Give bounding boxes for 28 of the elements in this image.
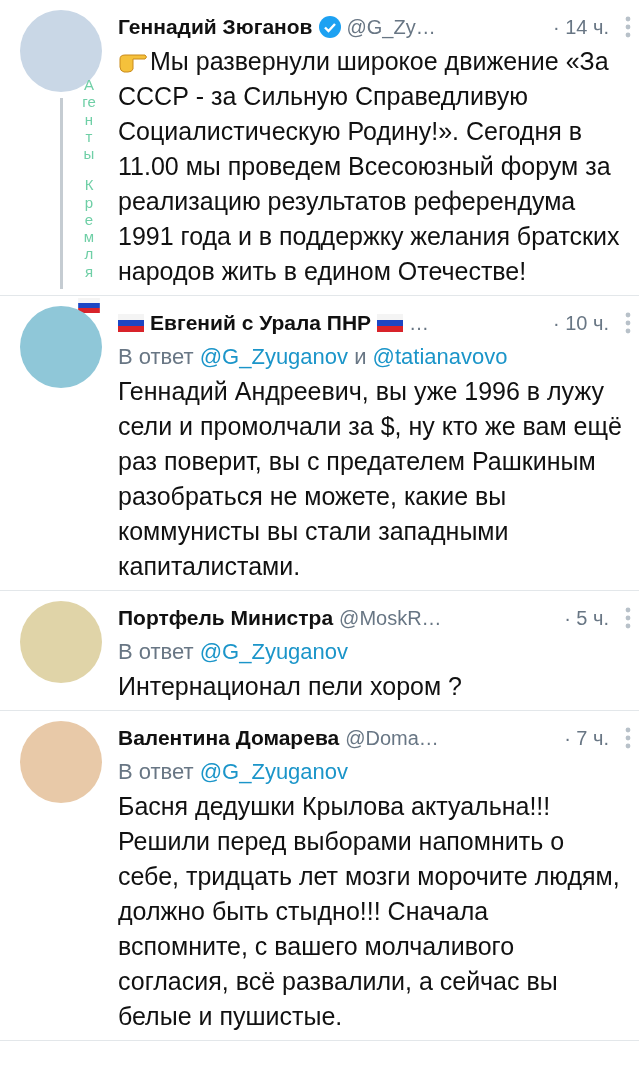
- author-name[interactable]: Геннадий Зюганов: [118, 15, 313, 39]
- author-name[interactable]: Портфель Министра: [118, 606, 334, 630]
- mention-link[interactable]: @G_Zyuganov: [199, 759, 349, 784]
- more-options-icon[interactable]: [625, 312, 631, 334]
- tweet-text: Геннадий Андреевич, вы уже 1996 в лужу сели и промолчали за $, ну кто же вам ещё раз поверит, вы с предателем Рашкиным разобраться не можете, какие вы коммунисты вы стали западными капиталистами.: [118, 376, 623, 582]
- more-options-icon[interactable]: [625, 16, 631, 38]
- author-name[interactable]: Валентина Домарева: [118, 726, 340, 750]
- more-options-icon[interactable]: [625, 727, 631, 749]
- author-handle[interactable]: @MoskR…: [339, 606, 442, 630]
- tweet-time: · 7 ч.: [563, 726, 609, 750]
- author-handle[interactable]: @G_Zy…: [346, 15, 436, 39]
- author-handle[interactable]: @Doma…: [345, 726, 439, 750]
- tweet-time: · 5 ч.: [563, 606, 609, 630]
- reply-to-line: В ответ @G_Zyuganov: [118, 638, 350, 666]
- mention-link[interactable]: @tatianavovo: [372, 344, 508, 369]
- author-name[interactable]: Евгений с Урала ПНР: [150, 311, 372, 335]
- mention-link[interactable]: @G_Zyuganov: [199, 639, 349, 664]
- tweet-text: Басня дедушки Крылова актуальна!!! Решили перед выборами напомнить о себе, тридцать лет мозги морочите людям, должно быть стыдно!!! Сначала вспомните, с вашего молчаливого согласия, всё развалили, а сейчас вы белые и пушистые.: [118, 791, 621, 1032]
- reply-to-line: В ответ @G_Zyuganov: [118, 758, 350, 786]
- tweet-text: Интернационал пели хором ?: [118, 671, 463, 702]
- vertical-caption: Агенты Кремля: [81, 76, 97, 280]
- more-options-icon[interactable]: [625, 607, 631, 629]
- tweet-time: · 10 ч.: [552, 311, 609, 335]
- author-handle[interactable]: …: [409, 311, 430, 335]
- mention-link[interactable]: @G_Zyuganov: [199, 344, 349, 369]
- tweet-time: · 14 ч.: [552, 15, 609, 39]
- reply-to-line: В ответ @G_Zyuganov и @tatianavovo: [118, 343, 509, 371]
- tweet-text: Мы развернули широкое движение «За СССР - за Сильную Справедливую Социалистическую Родину!». Сегодня в 11.00 мы проведем Всесоюзный форум за реализацию результатов референдума 1991 года и в поддержку желания братских народов жить в едином Отечестве!: [118, 46, 621, 287]
